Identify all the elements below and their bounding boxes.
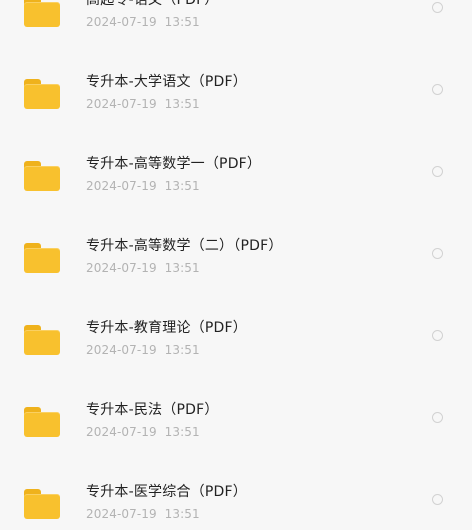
folder-icon	[24, 407, 60, 437]
file-row[interactable]: 专升本-高等数学一（PDF） 2024-07-19 13:51	[0, 119, 472, 201]
file-list: 高起专-语文（PDF） 2024-07-19 13:51 专升本-大学语文（PD…	[0, 0, 472, 530]
folder-icon	[24, 325, 60, 355]
file-row[interactable]: 专升本-大学语文（PDF） 2024-07-19 13:51	[0, 37, 472, 119]
file-name: 高起专-语文（PDF）	[86, 0, 219, 8]
file-modified: 2024-07-19 13:51	[86, 179, 200, 193]
select-radio[interactable]	[432, 494, 443, 505]
file-modified: 2024-07-19 13:51	[86, 97, 200, 111]
folder-icon	[24, 79, 60, 109]
file-name: 专升本-高等数学（二）（PDF）	[86, 238, 283, 254]
select-radio[interactable]	[432, 166, 443, 177]
file-row[interactable]: 专升本-教育理论（PDF） 2024-07-19 13:51	[0, 283, 472, 365]
file-modified: 2024-07-19 13:51	[86, 15, 200, 29]
select-radio[interactable]	[432, 412, 443, 423]
select-radio[interactable]	[432, 248, 443, 259]
select-radio[interactable]	[432, 2, 443, 13]
file-modified: 2024-07-19 13:51	[86, 343, 200, 357]
file-row[interactable]: 专升本-高等数学（二）（PDF） 2024-07-19 13:51	[0, 201, 472, 283]
file-row[interactable]: 专升本-医学综合（PDF） 2024-07-19 13:51	[0, 447, 472, 529]
file-modified: 2024-07-19 13:51	[86, 425, 200, 439]
file-row[interactable]: 高起专-语文（PDF） 2024-07-19 13:51	[0, 0, 472, 37]
file-name: 专升本-医学综合（PDF）	[86, 484, 247, 500]
folder-icon	[24, 489, 60, 519]
select-radio[interactable]	[432, 330, 443, 341]
file-name: 专升本-民法（PDF）	[86, 402, 219, 418]
file-name: 专升本-教育理论（PDF）	[86, 320, 247, 336]
folder-icon	[24, 0, 60, 27]
select-radio[interactable]	[432, 84, 443, 95]
file-row[interactable]: 专升本-民法（PDF） 2024-07-19 13:51	[0, 365, 472, 447]
folder-icon	[24, 243, 60, 273]
folder-icon	[24, 161, 60, 191]
file-modified: 2024-07-19 13:51	[86, 261, 200, 275]
file-name: 专升本-高等数学一（PDF）	[86, 156, 262, 172]
file-name: 专升本-大学语文（PDF）	[86, 74, 247, 90]
file-modified: 2024-07-19 13:51	[86, 507, 200, 521]
